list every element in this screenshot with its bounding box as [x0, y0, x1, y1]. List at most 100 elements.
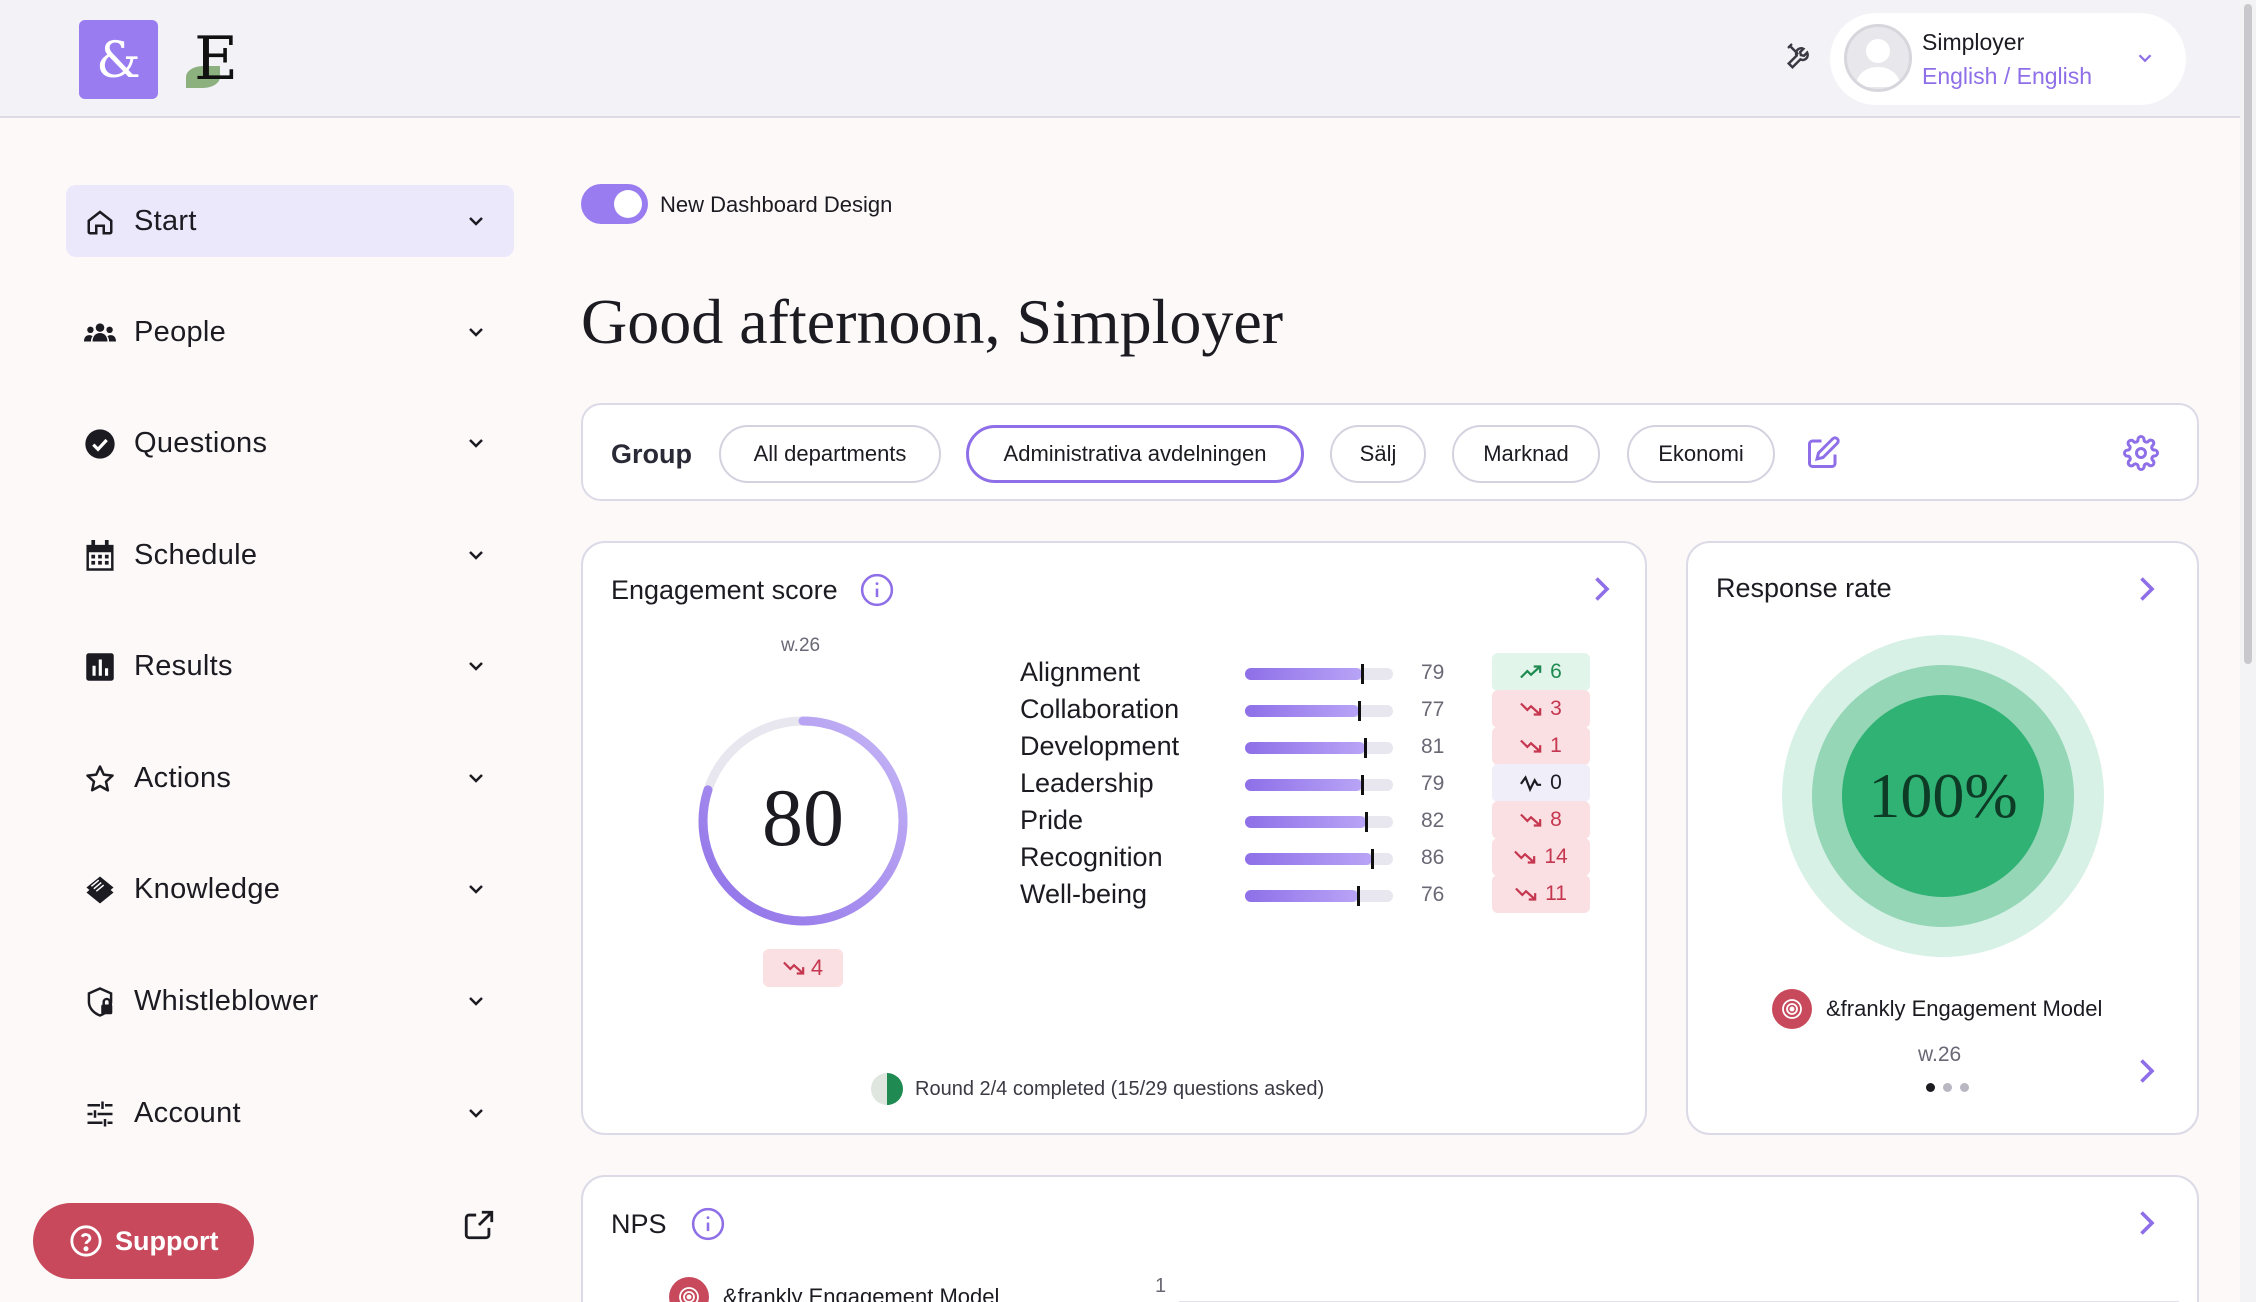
sidebar-item-start[interactable]: Start [66, 185, 514, 257]
calendar-icon [84, 540, 116, 572]
support-label: Support [115, 1225, 219, 1256]
sidebar-item-knowledge[interactable]: Knowledge [66, 853, 514, 925]
metric-value: 86 [1421, 846, 1445, 869]
sidebar-item-actions[interactable]: Actions [66, 742, 514, 814]
scrollbar-thumb[interactable] [2244, 4, 2252, 664]
group-filter-bar: Group All departments Administrativa avd… [581, 403, 2199, 501]
carousel-dot[interactable] [1926, 1083, 1935, 1092]
chevron-down-icon [469, 885, 483, 894]
metric-bar-fill [1245, 742, 1365, 754]
chevron-right-icon[interactable] [1583, 571, 1619, 607]
metric-value: 79 [1421, 772, 1445, 795]
edit-icon[interactable] [1805, 435, 1841, 471]
metric-benchmark-marker [1363, 738, 1367, 758]
metric-bar-fill [1245, 890, 1358, 902]
response-rate-value: 100% [1868, 760, 2018, 831]
sidebar-item-schedule[interactable]: Schedule [66, 519, 514, 591]
metric-value: 82 [1421, 809, 1445, 832]
metric-bar [1245, 812, 1393, 832]
group-chip-ekonomi[interactable]: Ekonomi [1627, 425, 1775, 483]
page-title: Good afternoon, Simployer [581, 286, 1284, 357]
toggle-label: New Dashboard Design [660, 192, 893, 217]
sidebar-item-whistleblower[interactable]: Whistleblower [66, 965, 514, 1037]
chevron-down-icon [2138, 54, 2152, 63]
brand-logo[interactable]: & [79, 20, 158, 99]
metric-bar-fill [1245, 779, 1362, 791]
metric-name: Leadership [1020, 768, 1154, 798]
trend-down-icon [1520, 812, 1542, 828]
week-label: w.26 [1918, 1043, 1962, 1066]
sidebar-item-questions[interactable]: Questions [66, 407, 514, 479]
carousel-dot[interactable] [1960, 1083, 1969, 1092]
metric-value: 77 [1421, 698, 1445, 721]
score-delta-badge: 4 [763, 949, 843, 987]
metric-bar [1245, 664, 1393, 684]
group-chip-all-departments[interactable]: All departments [719, 425, 941, 483]
chevron-right-icon[interactable] [2128, 1053, 2164, 1089]
metric-benchmark-marker [1356, 886, 1360, 906]
metric-name: Well-being [1020, 879, 1148, 909]
metric-name: Pride [1020, 805, 1084, 835]
sidebar-item-label: Account [134, 1096, 241, 1129]
external-link-icon[interactable] [462, 1208, 496, 1242]
sidebar-item-results[interactable]: Results [66, 630, 514, 702]
response-rate-model: &frankly Engagement Model [1772, 989, 2102, 1029]
metric-benchmark-marker [1365, 812, 1369, 832]
metric-value: 76 [1421, 883, 1445, 906]
sidebar-item-label: Start [134, 204, 197, 237]
metric-name: Collaboration [1020, 694, 1180, 724]
chevron-down-icon [469, 217, 483, 226]
info-icon[interactable] [860, 573, 894, 607]
metric-bar [1245, 738, 1393, 758]
info-icon[interactable] [691, 1207, 725, 1241]
group-chip-marknad[interactable]: Marknad [1452, 425, 1600, 483]
metric-delta-badge: 0 [1492, 764, 1590, 802]
chevron-right-icon[interactable] [2128, 1205, 2164, 1241]
chevron-down-icon [469, 551, 483, 560]
sidebar-item-account[interactable]: Account [66, 1077, 514, 1149]
chevron-down-icon [469, 328, 483, 337]
carousel-dot[interactable] [1943, 1083, 1952, 1092]
trend-down-icon [1520, 738, 1542, 754]
metric-bar-fill [1245, 705, 1359, 717]
company-logo-letter: E [194, 24, 238, 94]
metric-delta-value: 3 [1550, 697, 1562, 720]
chevron-right-icon[interactable] [2128, 571, 2164, 607]
sidebar-item-label: Actions [134, 761, 232, 794]
user-language: English / English [1922, 63, 2093, 89]
model-badge-icon [1772, 989, 1812, 1029]
metric-delta-value: 11 [1545, 882, 1567, 905]
metric-value: 81 [1421, 735, 1445, 758]
metric-bar [1245, 886, 1393, 906]
trend-flat-icon [1520, 774, 1542, 792]
new-dashboard-toggle[interactable] [581, 184, 648, 224]
metric-row[interactable]: Well-being 76 11 [583, 873, 1683, 917]
trend-down-icon [1514, 849, 1536, 865]
nps-model: &frankly Engagement Model [669, 1277, 999, 1302]
metric-delta-badge: 8 [1492, 801, 1590, 839]
help-icon [70, 1225, 102, 1257]
card-title: Engagement score [611, 573, 894, 607]
user-menu[interactable]: Simployer English / English [1830, 13, 2186, 105]
sidebar-item-label: Knowledge [134, 872, 281, 905]
support-button[interactable]: Support [33, 1203, 254, 1279]
metric-bar [1245, 775, 1393, 795]
group-chip-salj[interactable]: Sälj [1330, 425, 1426, 483]
trend-down-icon [783, 961, 805, 975]
tools-icon[interactable] [1782, 38, 1818, 74]
company-logo[interactable]: E [184, 24, 248, 94]
home-icon [84, 206, 116, 238]
layers-icon [84, 874, 116, 906]
engagement-score-card: Engagement score w.26 80 4 Alignment 79 6 C… [581, 541, 1647, 1135]
metric-benchmark-marker [1360, 664, 1364, 684]
chevron-down-icon [469, 997, 483, 1006]
scrollbar[interactable] [2240, 0, 2256, 1302]
group-chip-administrativa[interactable]: Administrativa avdelningen [966, 425, 1304, 483]
sidebar-item-people[interactable]: People [66, 296, 514, 368]
metric-bar-fill [1245, 853, 1373, 865]
round-status-text: Round 2/4 completed (15/29 questions ask… [915, 1077, 1325, 1100]
gear-icon[interactable] [2123, 435, 2159, 471]
nps-axis-tick: 1 [1155, 1275, 1167, 1297]
metric-delta-value: 6 [1550, 660, 1562, 683]
carousel-dots[interactable] [1926, 1083, 1969, 1092]
